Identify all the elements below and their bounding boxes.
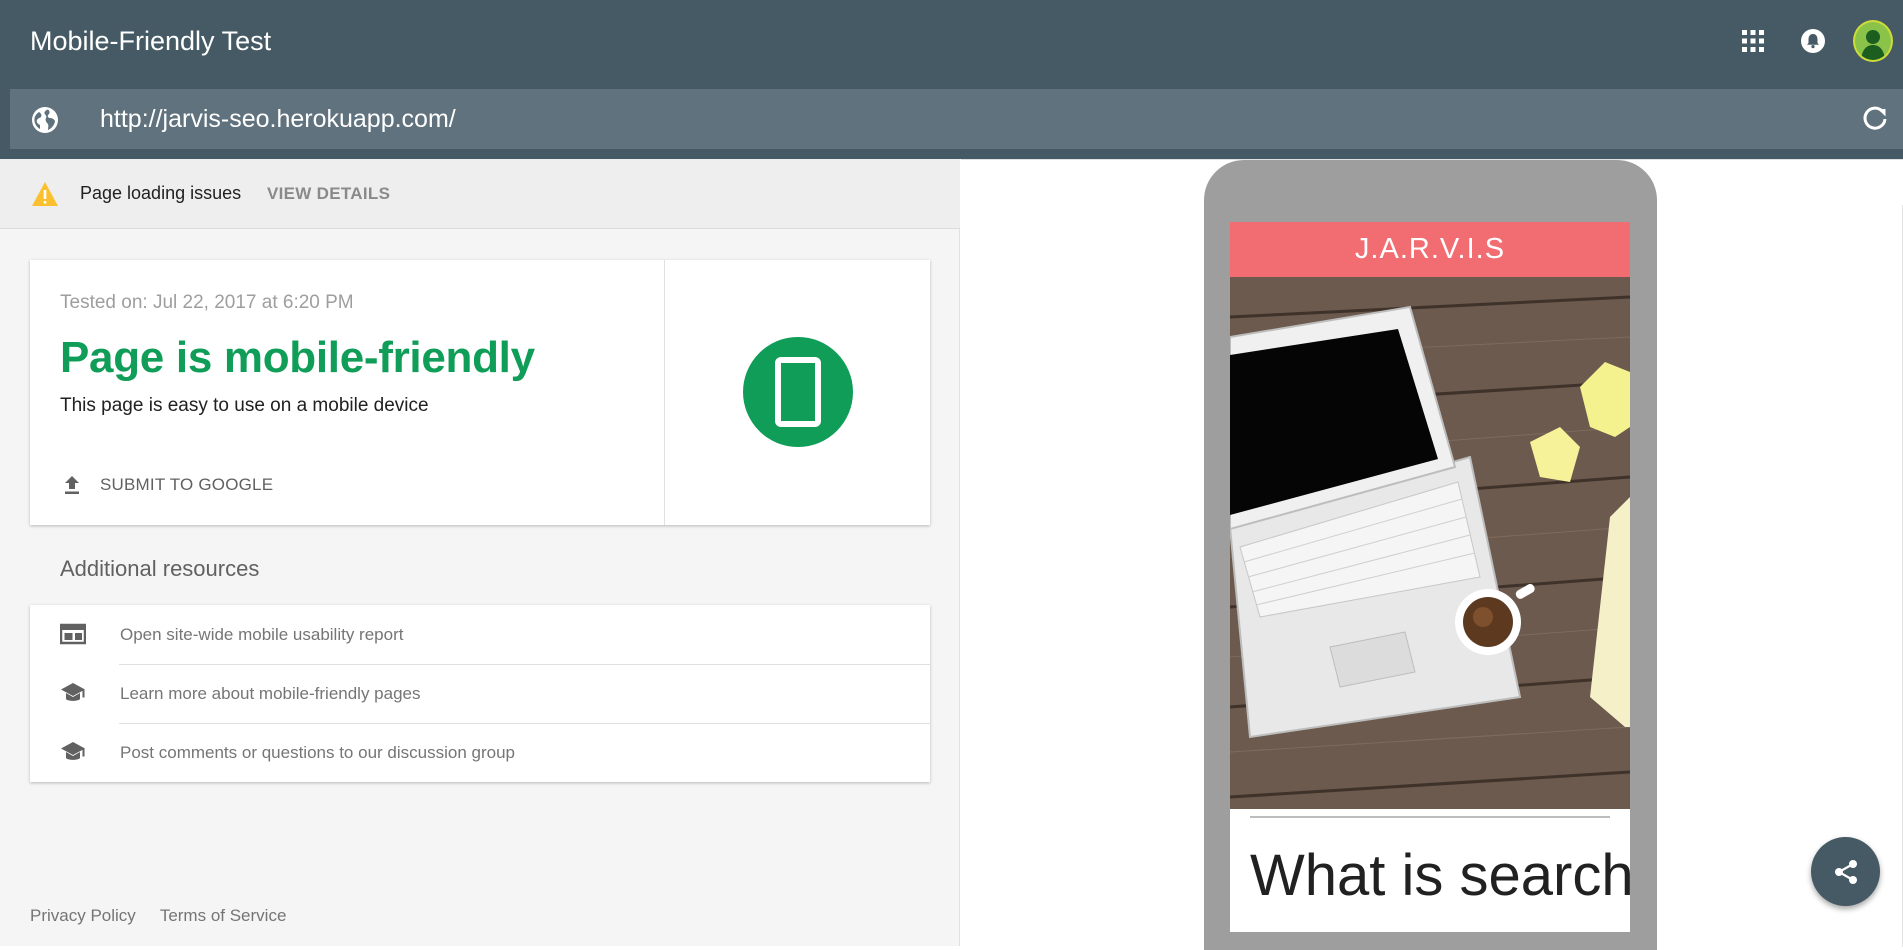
resource-label: Post comments or questions to our discus… (120, 743, 515, 762)
submit-to-google-button[interactable]: SUBMIT TO GOOGLE (60, 470, 273, 500)
share-button[interactable] (1811, 837, 1880, 906)
warning-text: Page loading issues (80, 183, 242, 203)
phone-screen[interactable]: J.A.R.V.I.S What is search (1230, 222, 1630, 932)
site-header: J.A.R.V.I.S (1230, 222, 1630, 277)
globe-icon (32, 107, 58, 133)
mobile-preview-pane: J.A.R.V.I.S What is search (961, 159, 1903, 950)
result-summary: Tested on: Jul 22, 2017 at 6:20 PM Page … (30, 260, 665, 525)
top-app-bar: Mobile-Friendly Test http://jarvis-seo.h… (0, 0, 1903, 159)
result-headline: Page is mobile-friendly (60, 333, 535, 382)
smartphone-icon (743, 337, 853, 447)
url-bar: http://jarvis-seo.herokuapp.com/ (10, 89, 1903, 149)
page-loading-warning: Page loading issues VIEW DETAILS (0, 159, 960, 229)
top-actions (1713, 20, 1893, 62)
footer-links: Privacy Policy Terms of Service (30, 906, 310, 926)
apps-grid-icon[interactable] (1733, 21, 1773, 61)
bell-icon[interactable] (1793, 21, 1833, 61)
refresh-icon[interactable] (1861, 105, 1889, 133)
terms-of-service-link[interactable]: Terms of Service (160, 906, 287, 926)
url-input[interactable]: http://jarvis-seo.herokuapp.com/ (100, 104, 456, 134)
article-title: What is search engine (1250, 843, 1630, 908)
privacy-policy-link[interactable]: Privacy Policy (30, 906, 136, 926)
resource-label: Learn more about mobile-friendly pages (120, 684, 421, 703)
upload-icon (65, 476, 79, 494)
warning-triangle-icon (32, 182, 58, 206)
user-avatar[interactable] (1853, 20, 1893, 62)
school-icon (61, 683, 85, 701)
web-report-icon (60, 623, 86, 645)
laptop-on-wooden-desk-image (1230, 277, 1630, 809)
view-details-link[interactable]: VIEW DETAILS (267, 184, 390, 204)
resource-label: Open site-wide mobile usability report (120, 625, 404, 644)
results-pane: Page loading issues VIEW DETAILS Tested … (0, 159, 960, 946)
test-result-card: Tested on: Jul 22, 2017 at 6:20 PM Page … (30, 260, 930, 525)
resources-title: Additional resources (60, 556, 260, 581)
share-icon (1834, 859, 1857, 884)
resource-item-discussion-group[interactable]: Post comments or questions to our discus… (30, 723, 930, 782)
tested-on-timestamp: Tested on: Jul 22, 2017 at 6:20 PM (60, 292, 354, 313)
resource-item-learn-more[interactable]: Learn more about mobile-friendly pages (30, 664, 930, 723)
resource-item-usability-report[interactable]: Open site-wide mobile usability report (30, 605, 930, 664)
avatar (1853, 20, 1893, 62)
smartphone-shape (775, 357, 821, 427)
resources-list: Open site-wide mobile usability report L… (30, 605, 930, 782)
submit-label: SUBMIT TO GOOGLE (100, 475, 274, 494)
phone-frame: J.A.R.V.I.S What is search (1204, 160, 1657, 950)
school-icon (61, 742, 85, 760)
app-title: Mobile-Friendly Test (30, 26, 272, 56)
content-divider (1250, 816, 1610, 818)
result-description: This page is easy to use on a mobile dev… (60, 395, 429, 416)
